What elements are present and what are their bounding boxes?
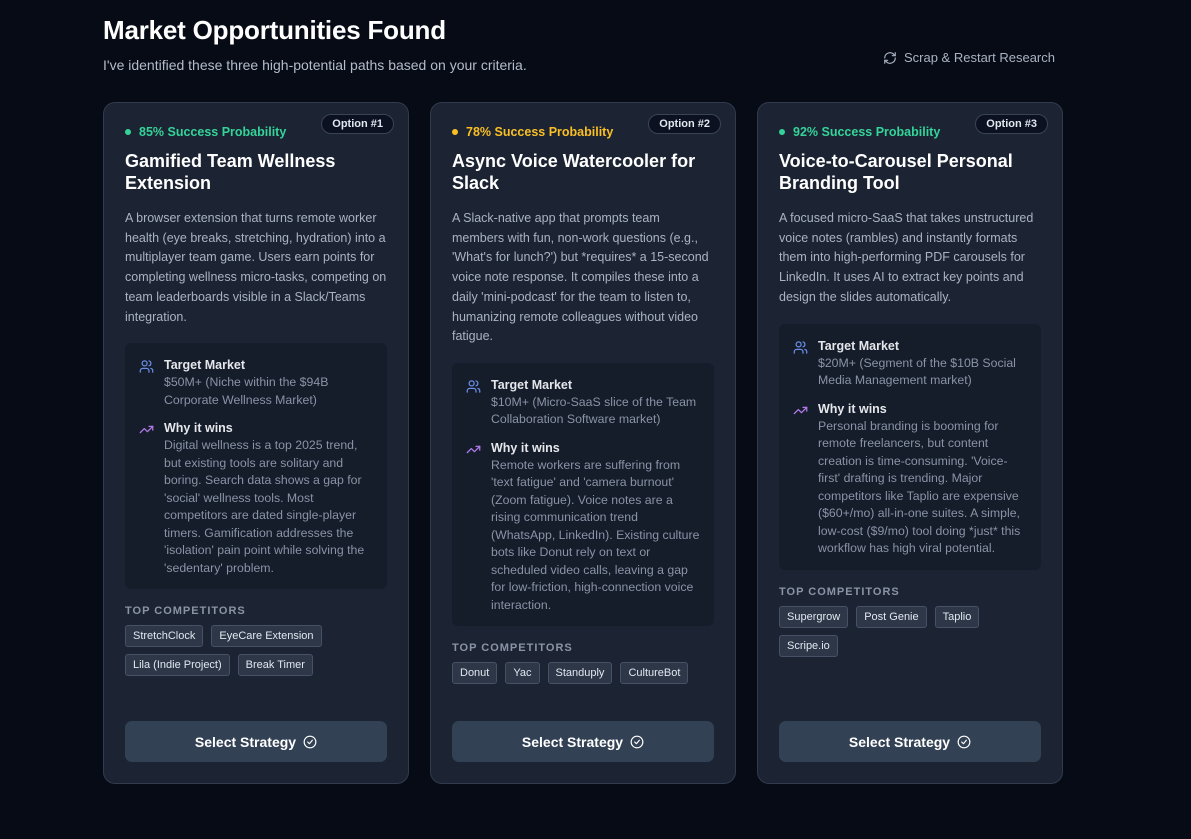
info-box: Target Market $10M+ (Micro-SaaS slice of… [452,362,714,627]
why-it-wins-text: Personal branding is booming for remote … [818,418,1021,556]
opportunity-card: Option #2 78% Success Probability Async … [430,102,736,784]
restart-research-button[interactable]: Scrap & Restart Research [883,50,1055,65]
opportunity-cards: Option #1 85% Success Probability Gamifi… [103,102,1063,784]
card-title: Gamified Team Wellness Extension [125,151,336,193]
competitor-chip: Post Genie [856,605,927,628]
users-icon [139,359,154,374]
option-badge: Option #3 [975,114,1048,134]
select-strategy-label: Select Strategy [194,733,297,750]
select-strategy-label: Select Strategy [848,733,951,750]
competitor-chip: StretchClock [125,625,204,648]
why-it-wins-heading: Why it wins [491,440,560,455]
probability-label: 78% Success Probability [466,125,614,139]
target-market-value: $50M+ (Niche within the $94B Corporate W… [164,375,329,407]
why-it-wins-text: Digital wellness is a top 2025 trend, bu… [164,438,365,575]
select-strategy-button[interactable]: Select Strategy [452,721,714,762]
competitor-chip: Taplio [934,605,980,628]
competitor-chips: StretchClock EyeCare Extension Lila (Ind… [125,625,387,677]
option-badge: Option #1 [321,114,394,134]
why-it-wins-row: Why it wins Personal branding is booming… [793,401,1027,558]
restart-label: Scrap & Restart Research [903,50,1055,65]
page-title: Market Opportunities Found [103,15,446,45]
check-circle-icon [957,735,971,749]
competitor-chip: Break Timer [237,654,313,677]
trending-up-icon [793,403,808,418]
why-it-wins-row: Why it wins Remote workers are suffering… [466,440,700,615]
why-it-wins-text: Remote workers are suffering from 'text … [491,457,700,612]
refresh-icon [883,51,897,65]
probability-label: 92% Success Probability [793,125,941,139]
competitor-chip: Standuply [547,662,613,685]
target-market-value: $10M+ (Micro-SaaS slice of the Team Coll… [491,394,697,427]
competitor-chip: Donut [452,662,498,685]
competitor-chips: Donut Yac Standuply CultureBot [452,662,714,685]
competitor-chip: CultureBot [620,662,689,685]
card-description: A focused micro-SaaS that takes unstruct… [779,211,1034,304]
trending-up-icon [466,442,481,457]
competitors-label: TOP COMPETITORS [779,585,900,598]
select-strategy-button[interactable]: Select Strategy [779,721,1041,762]
opportunity-card: Option #3 92% Success Probability Voice-… [757,102,1063,784]
info-box: Target Market $20M+ (Segment of the $10B… [779,323,1041,570]
why-it-wins-heading: Why it wins [164,421,233,436]
target-market-heading: Target Market [818,338,900,353]
competitor-chip: Scripe.io [779,634,838,657]
target-market-value: $20M+ (Segment of the $10B Social Media … [818,355,1016,388]
trending-up-icon [139,422,154,437]
target-market-heading: Target Market [491,377,573,392]
target-market-row: Target Market $20M+ (Segment of the $10B… [793,338,1027,390]
target-market-row: Target Market $10M+ (Micro-SaaS slice of… [466,377,700,429]
competitor-chip: EyeCare Extension [211,625,322,648]
probability-label: 85% Success Probability [139,125,287,139]
card-title: Async Voice Watercooler for Slack [452,151,696,193]
competitor-chip: Yac [505,662,540,685]
select-strategy-label: Select Strategy [521,733,624,750]
competitors-label: TOP COMPETITORS [452,642,573,655]
select-strategy-button[interactable]: Select Strategy [125,721,387,762]
why-it-wins-heading: Why it wins [818,401,887,416]
status-dot [125,129,131,135]
target-market-heading: Target Market [164,358,246,373]
option-badge: Option #2 [648,114,721,134]
check-circle-icon [630,735,644,749]
card-description: A Slack-native app that prompts team mem… [452,211,709,344]
users-icon [793,340,808,355]
card-description: A browser extension that turns remote wo… [125,211,387,324]
competitors-label: TOP COMPETITORS [125,605,246,618]
users-icon [466,379,481,394]
competitor-chips: Supergrow Post Genie Taplio Scripe.io [779,605,1041,657]
check-circle-icon [303,735,317,749]
why-it-wins-row: Why it wins Digital wellness is a top 20… [139,420,373,577]
page-header: Market Opportunities Found I've identifi… [103,14,1055,73]
target-market-row: Target Market $50M+ (Niche within the $9… [139,357,373,409]
info-box: Target Market $50M+ (Niche within the $9… [125,343,387,590]
card-title: Voice-to-Carousel Personal Branding Tool [779,151,1013,193]
status-dot [779,129,785,135]
competitor-chip: Lila (Indie Project) [125,654,230,677]
competitor-chip: Supergrow [779,605,849,628]
status-dot [452,129,458,135]
opportunity-card: Option #1 85% Success Probability Gamifi… [103,102,409,784]
